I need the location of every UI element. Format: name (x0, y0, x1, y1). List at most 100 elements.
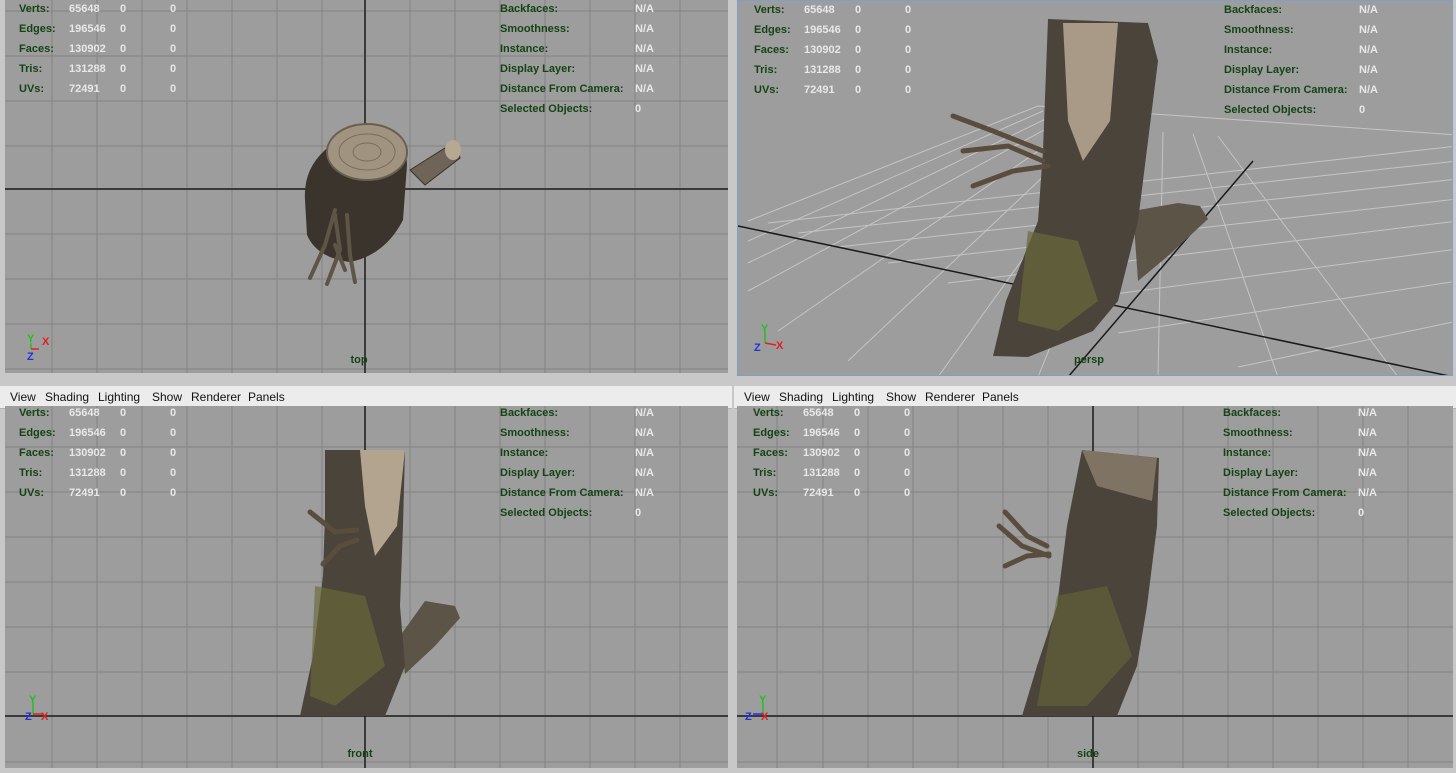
stat-total: 196546 (804, 24, 841, 36)
stat-selected: 0 (855, 84, 862, 96)
stat-selected: 0 (120, 63, 127, 75)
info-value: N/A (635, 43, 654, 55)
stat-extra: 0 (904, 407, 911, 419)
stat-selected: 0 (855, 4, 862, 16)
menu-shading[interactable]: Shading (779, 390, 823, 404)
stat-total: 72491 (69, 487, 100, 499)
tree-stump-model[interactable] (950, 19, 1208, 357)
info-value: N/A (635, 83, 654, 95)
stat-total: 72491 (69, 83, 100, 95)
info-label: Backfaces: (1224, 4, 1283, 16)
menu-renderer[interactable]: Renderer (925, 390, 975, 404)
menu-show[interactable]: Show (886, 390, 916, 404)
stat-total: 72491 (803, 487, 834, 499)
grid-lines (5, 406, 728, 768)
stat-selected: 0 (120, 23, 127, 35)
stat-label: Tris: (754, 64, 778, 76)
stat-total: 131288 (69, 63, 106, 75)
axis-y-label: Y (29, 694, 37, 706)
stat-total: 131288 (804, 64, 841, 76)
stat-extra: 0 (905, 44, 912, 56)
info-label: Instance: (500, 447, 549, 459)
stat-extra: 0 (905, 84, 912, 96)
viewport-side[interactable]: Verts: 65648 0 0 Edges: 196546 0 0 Faces: 130902 0… (737, 406, 1453, 768)
stat-total: 131288 (803, 467, 840, 479)
info-value: N/A (1358, 467, 1377, 479)
info-value: N/A (1359, 44, 1378, 56)
menu-view[interactable]: View (744, 390, 770, 404)
menu-panels[interactable]: Panels (248, 390, 285, 404)
stat-extra: 0 (904, 467, 911, 479)
axis-gizmo: Y X Z (27, 334, 50, 363)
menu-view[interactable]: View (10, 390, 36, 404)
tree-stump-model[interactable] (304, 123, 461, 286)
stat-selected: 0 (120, 467, 127, 479)
info-label: Backfaces: (1223, 407, 1282, 419)
stat-label: UVs: (754, 84, 780, 96)
info-label: Selected Objects: (1223, 507, 1316, 519)
info-value: N/A (1359, 64, 1378, 76)
info-label: Display Layer: (1223, 467, 1299, 479)
viewport-pane-side: View Shading Lighting Show Renderer Pane… (734, 382, 1456, 773)
grid-lines (737, 406, 1453, 768)
stat-extra: 0 (170, 63, 177, 75)
info-value: 0 (635, 103, 642, 115)
stat-total: 130902 (804, 44, 841, 56)
stat-extra: 0 (905, 64, 912, 76)
camera-label: front (347, 748, 373, 760)
axis-z-label: Z (745, 711, 752, 723)
axis-y-label: Y (27, 334, 35, 345)
info-value: N/A (1359, 4, 1378, 16)
viewport-persp[interactable]: Verts: 65648 0 0 Edges: 196546 0 0 Faces: 130902 0… (737, 0, 1453, 376)
stat-total: 130902 (69, 447, 106, 459)
stat-label: Tris: (19, 63, 43, 75)
stat-selected: 0 (854, 487, 861, 499)
stat-total: 65648 (803, 407, 834, 419)
tree-stump-model[interactable] (996, 450, 1159, 716)
menu-lighting[interactable]: Lighting (98, 390, 140, 404)
info-label: Backfaces: (500, 407, 559, 419)
axis-gizmo: Y Z X (745, 694, 769, 723)
info-value: N/A (1358, 487, 1377, 499)
axis-gizmo: Y Z X (754, 323, 784, 353)
stat-extra: 0 (170, 427, 177, 439)
viewport-front[interactable]: Verts: 65648 0 0 Edges: 196546 0 0 Faces: 130902 0… (5, 406, 728, 768)
menu-renderer[interactable]: Renderer (191, 390, 241, 404)
info-label: Backfaces: (500, 3, 559, 15)
info-label: Selected Objects: (1224, 104, 1317, 116)
stat-extra: 0 (904, 487, 911, 499)
stat-selected: 0 (854, 427, 861, 439)
grid-lines (5, 0, 728, 373)
info-value: N/A (635, 407, 654, 419)
stat-extra: 0 (170, 467, 177, 479)
camera-label: persp (1074, 354, 1104, 366)
viewport-top[interactable]: Verts: 65648 0 0 Edges: 196546 0 0 Faces: 130902 0… (5, 0, 728, 373)
info-label: Distance From Camera: (500, 487, 624, 499)
stat-selected: 0 (120, 3, 127, 15)
info-value: N/A (1358, 407, 1377, 419)
menu-shading[interactable]: Shading (45, 390, 89, 404)
tree-stump-model[interactable] (300, 450, 460, 716)
info-label: Distance From Camera: (500, 83, 624, 95)
stat-label: Edges: (753, 427, 790, 439)
menu-panels[interactable]: Panels (982, 390, 1019, 404)
menu-show[interactable]: Show (152, 390, 182, 404)
info-label: Smoothness: (500, 427, 570, 439)
info-label: Display Layer: (1224, 64, 1300, 76)
stat-selected: 0 (120, 83, 127, 95)
stat-label: Verts: (19, 3, 50, 15)
info-value: N/A (1358, 447, 1377, 459)
stat-extra: 0 (170, 83, 177, 95)
axis-x-label: X (761, 711, 769, 723)
axis-z-label: Z (754, 342, 761, 353)
menu-lighting[interactable]: Lighting (832, 390, 874, 404)
info-value: N/A (635, 3, 654, 15)
stat-selected: 0 (120, 427, 127, 439)
stat-total: 196546 (69, 23, 106, 35)
axis-gizmo: Y Z X (25, 694, 49, 723)
stat-selected: 0 (120, 447, 127, 459)
axis-y-label: Y (761, 323, 769, 335)
stat-total: 130902 (803, 447, 840, 459)
info-value: N/A (1359, 24, 1378, 36)
stat-extra: 0 (170, 3, 177, 15)
